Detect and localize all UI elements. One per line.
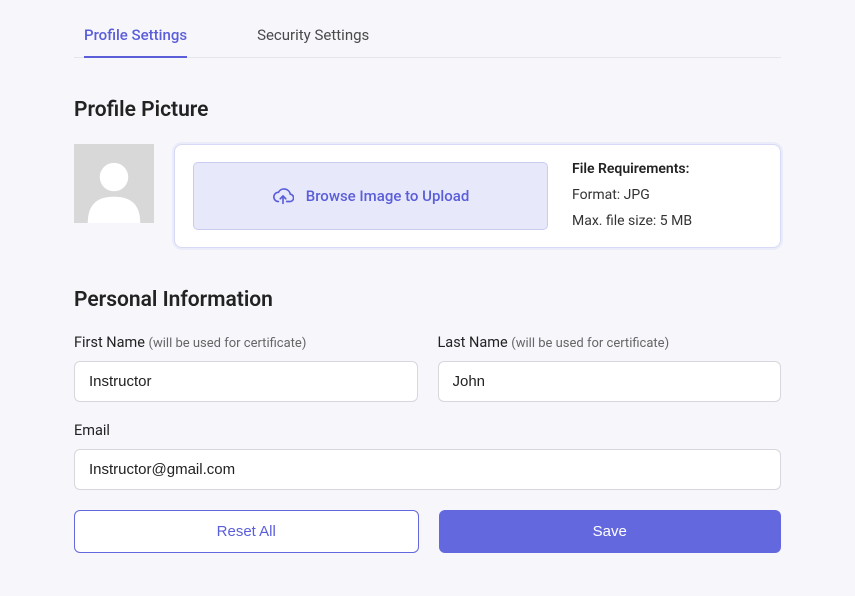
file-req-format: Format: JPG	[572, 183, 762, 209]
email-group: Email	[74, 422, 781, 490]
personal-info-title: Personal Information	[74, 288, 781, 312]
email-label: Email	[74, 422, 781, 439]
first-name-group: First Name (will be used for certificate…	[74, 334, 418, 402]
last-name-group: Last Name (will be used for certificate)	[438, 334, 782, 402]
settings-tabs: Profile Settings Security Settings	[74, 26, 781, 58]
profile-picture-title: Profile Picture	[74, 98, 781, 122]
first-name-hint: (will be used for certificate)	[149, 336, 307, 351]
reset-all-button[interactable]: Reset All	[74, 510, 419, 553]
last-name-hint: (will be used for certificate)	[511, 336, 669, 351]
upload-card: Browse Image to Upload File Requirements…	[174, 144, 781, 248]
tab-profile-settings[interactable]: Profile Settings	[84, 26, 187, 58]
browse-image-button[interactable]: Browse Image to Upload	[193, 162, 548, 230]
last-name-label: Last Name (will be used for certificate)	[438, 334, 782, 351]
first-name-label: First Name (will be used for certificate…	[74, 334, 418, 351]
file-req-size: Max. file size: 5 MB	[572, 209, 762, 235]
avatar-placeholder	[74, 144, 154, 223]
save-button[interactable]: Save	[439, 510, 782, 553]
profile-picture-row: Browse Image to Upload File Requirements…	[74, 144, 781, 248]
tab-security-settings[interactable]: Security Settings	[257, 26, 369, 58]
avatar-icon	[79, 153, 149, 223]
last-name-field[interactable]	[438, 361, 782, 402]
file-req-title: File Requirements:	[572, 157, 762, 183]
file-requirements: File Requirements: Format: JPG Max. file…	[572, 157, 762, 235]
email-field[interactable]	[74, 449, 781, 490]
browse-image-label: Browse Image to Upload	[306, 187, 470, 205]
cloud-upload-icon	[272, 185, 294, 207]
first-name-field[interactable]	[74, 361, 418, 402]
